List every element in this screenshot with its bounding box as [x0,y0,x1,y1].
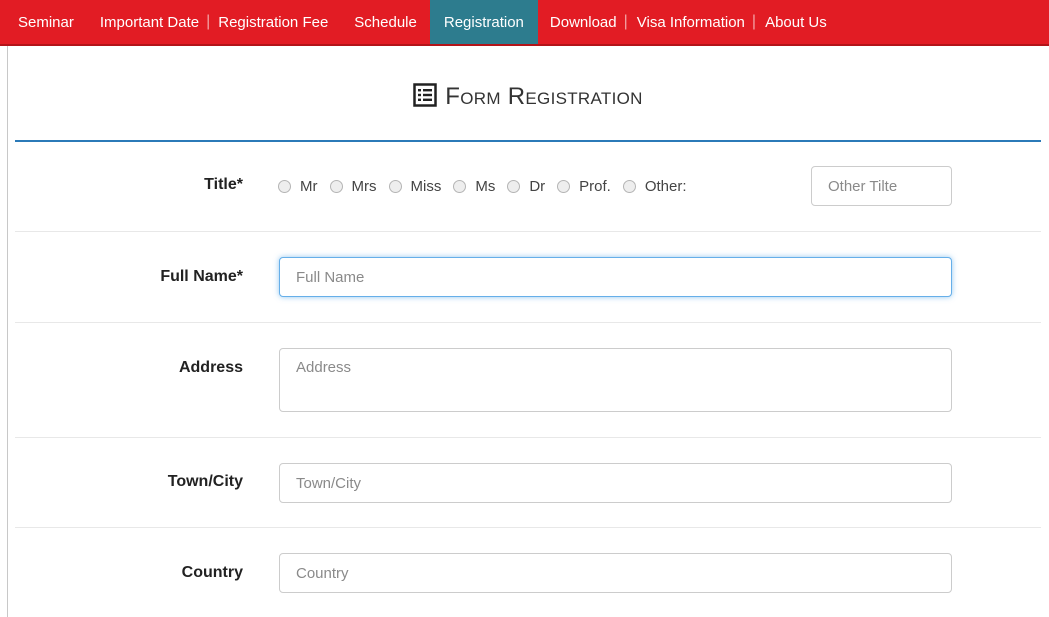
nav-item-registration-fee[interactable]: Registration Fee [210,0,335,44]
radio-dr[interactable]: Dr [507,178,545,195]
form-title-wrap: Form Registration [413,82,643,112]
radio-label: Other: [644,178,687,195]
form-header: Form Registration [15,46,1041,142]
radio-miss[interactable]: Miss [388,178,442,195]
nav-item-label: Seminar [18,13,74,31]
nav-item-label: Visa Information [636,13,745,31]
country-label: Country [181,564,243,581]
radio-circle-icon[interactable] [557,180,571,193]
nav-item-label: Registration [443,13,524,31]
form-row-country: Country [15,528,1041,617]
other-title-input[interactable] [811,166,952,206]
radio-label: Prof. [579,178,611,195]
radio-circle-icon[interactable] [278,180,291,193]
nav-item-visa-information[interactable]: Visa Information [628,0,752,44]
nav-item-important-date[interactable]: Important Date [81,0,206,44]
nav-item-label: Download [549,13,617,31]
nav-item-download[interactable]: Download [538,0,624,44]
radio-circle-icon[interactable] [453,180,467,193]
nav-item-label: Schedule [354,13,417,31]
radio-mr[interactable]: Mr [278,178,318,195]
nav-item-label: Registration Fee [218,13,329,31]
radio-mrs[interactable]: Mrs [329,178,377,195]
nav-item-label: About Us [765,13,827,31]
radio-prof[interactable]: Prof. [557,178,611,195]
nav-item-seminar[interactable]: Seminar [0,0,81,44]
list-alt-icon [413,82,438,112]
page-left-border [7,46,8,617]
form-row-address: Address [15,323,1041,438]
radio-label: Miss [410,178,442,195]
top-navbar: Seminar Important Date | Registration Fe… [0,0,1049,46]
nav-item-label: Important Date [99,13,200,31]
title-label: Title* [204,176,243,193]
nav-item-registration[interactable]: Registration [429,0,538,44]
radio-label: Dr [529,178,546,195]
radio-other[interactable]: Other: [622,178,687,195]
nav-item-schedule[interactable]: Schedule [335,0,424,44]
nav-item-about-us[interactable]: About Us [756,0,834,44]
radio-label: Ms [475,178,496,195]
form-title: Form Registration [445,83,643,110]
full-name-label: Full Name* [160,268,243,285]
form-row-full-name: Full Name* [15,232,1041,323]
address-label: Address [178,359,243,376]
full-name-input[interactable] [279,257,952,297]
radio-circle-icon[interactable] [507,180,521,193]
form-row-town-city: Town/City [15,438,1041,528]
radio-circle-icon[interactable] [388,180,402,193]
title-radio-group: Mr Mrs Miss Ms Dr Prof. Other: [278,142,699,231]
form-row-title: Title* Mr Mrs Miss Ms Dr Prof. Other: [15,142,1041,232]
address-textarea[interactable] [279,348,952,412]
town-city-label: Town/City [167,473,243,490]
radio-ms[interactable]: Ms [453,178,495,195]
radio-circle-icon[interactable] [329,180,343,193]
radio-label: Mrs [351,178,377,195]
country-input[interactable] [279,553,952,593]
radio-label: Mr [300,178,318,195]
radio-circle-icon[interactable] [622,180,636,193]
town-city-input[interactable] [279,463,952,503]
